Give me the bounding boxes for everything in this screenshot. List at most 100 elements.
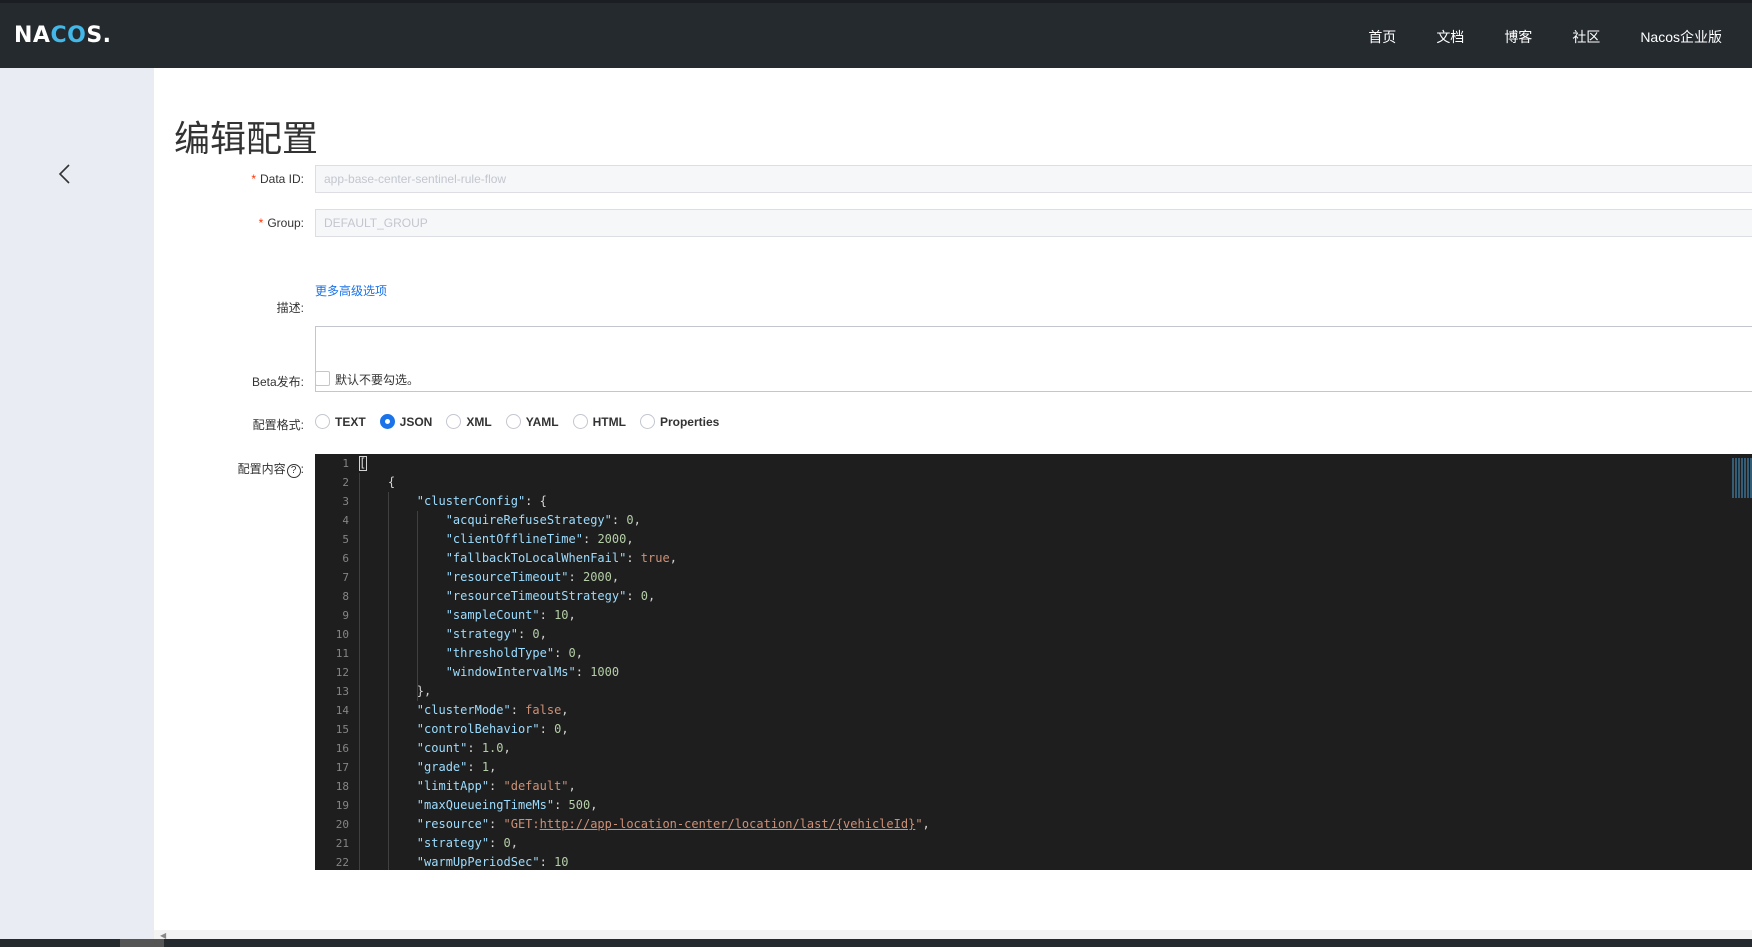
logo-text-start: NA [14,23,51,48]
code-line: 21 "strategy": 0, [315,834,1752,853]
required-icon: * [258,216,264,230]
radio-label: Properties [659,414,720,429]
line-number: 5 [342,533,349,546]
line-number: 8 [342,590,349,603]
data-id-input[interactable]: app-base-center-sentinel-rule-flow [315,165,1752,193]
line-number: 18 [335,780,349,793]
radio-circle-icon [572,414,588,429]
code-line: 2 { [315,473,1752,492]
format-radio-text[interactable]: TEXT [315,414,366,429]
nav-home[interactable]: 首页 [1368,27,1396,47]
content-label: 配置内容?: [237,462,304,478]
code-line: 8 "resourceTimeoutStrategy": 0, [315,587,1752,606]
code-line: 17 "grade": 1, [315,758,1752,777]
code-text: }, [359,684,432,698]
code-text: "resourceTimeoutStrategy": 0, [445,589,656,603]
line-number: 1 [342,457,349,470]
beta-checkbox[interactable] [315,371,330,386]
code-text: "clusterMode": false, [416,703,569,717]
data-id-label: * Data ID: [154,172,304,186]
radio-label: JSON [399,414,433,429]
line-number: 19 [335,799,349,812]
scroll-thumb[interactable] [120,939,164,947]
group-input[interactable]: DEFAULT_GROUP [315,209,1752,237]
code-text: "fallbackToLocalWhenFail": true, [445,551,677,565]
group-label-text: Group: [267,216,304,230]
radio-label: YAML [525,414,559,429]
line-number: 12 [335,666,349,679]
code-editor[interactable]: 1[2 {3 "clusterConfig": {4 "acquireRefus… [315,454,1752,870]
code-line: 5 "clientOfflineTime": 2000, [315,530,1752,549]
nav-docs[interactable]: 文档 [1436,27,1464,47]
nav-blog[interactable]: 博客 [1504,27,1532,47]
code-line: 6 "fallbackToLocalWhenFail": true, [315,549,1752,568]
nav-enterprise[interactable]: Nacos企业版 [1640,27,1722,47]
format-radio-json[interactable]: JSON [379,414,433,429]
line-number: 22 [335,856,349,869]
format-radio-properties[interactable]: Properties [639,414,720,429]
code-line: 3 "clusterConfig": { [315,492,1752,511]
advanced-options-link[interactable]: 更多高级选项 [315,282,387,299]
nacos-logo[interactable]: NACOS. [14,23,112,48]
main-content: 编辑配置 * Data ID: app-base-center-sentinel-… [154,68,1752,939]
code-line: 9 "sampleCount": 10, [315,606,1752,625]
code-line: 11 "thresholdType": 0, [315,644,1752,663]
line-number: 13 [335,685,349,698]
code-text: "clientOfflineTime": 2000, [445,532,634,546]
horizontal-scrollbar[interactable]: ◀ [154,930,1752,940]
line-number: 17 [335,761,349,774]
radio-selected-icon [379,414,395,429]
line-number: 15 [335,723,349,736]
code-line: 22 "warmUpPeriodSec": 10 [315,853,1752,870]
code-text: "maxQueueingTimeMs": 500, [416,798,598,812]
line-number: 10 [335,628,349,641]
radio-label: TEXT [335,414,366,429]
line-number: 11 [335,647,349,660]
format-radio-xml[interactable]: XML [446,414,492,429]
indent-guide [416,511,418,701]
code-line: 13 }, [315,682,1752,701]
top-navbar: NACOS. 首页 文档 博客 社区 Nacos企业版 [0,0,1752,68]
text-cursor [359,456,367,471]
line-number: 3 [342,495,349,508]
code-text: "resourceTimeout": 2000, [445,570,620,584]
description-label: 描述: [276,301,304,315]
format-radio-group: TEXT JSON XML YAML HTML Properties [315,414,733,429]
code-line: 19 "maxQueueingTimeMs": 500, [315,796,1752,815]
data-id-label-text: Data ID: [259,172,304,186]
code-text: { [359,475,396,489]
line-number: 21 [335,837,349,850]
code-text: "thresholdType": 0, [445,646,583,660]
line-number: 6 [342,552,349,565]
indent-guide [359,473,360,870]
code-line: 10 "strategy": 0, [315,625,1752,644]
code-text: "sampleCount": 10, [445,608,576,622]
help-icon[interactable]: ? [286,464,301,478]
beta-checkbox-label: 默认不要勾选。 [335,373,420,387]
format-radio-html[interactable]: HTML [572,414,626,429]
format-label: 配置格式: [252,418,304,432]
line-number: 2 [342,476,349,489]
code-line: 12 "windowIntervalMs": 1000 [315,663,1752,682]
description-textarea[interactable] [315,326,1752,392]
line-number: 14 [335,704,349,717]
code-text: "resource": "GET:http://app-location-cen… [416,817,930,831]
page-title: 编辑配置 [174,119,319,160]
line-number: 7 [342,571,349,584]
line-number: 16 [335,742,349,755]
code-line: 16 "count": 1.0, [315,739,1752,758]
radio-label: XML [466,414,492,429]
required-icon: * [251,172,256,186]
code-text: "acquireRefuseStrategy": 0, [445,513,641,527]
code-text: "controlBehavior": 0, [416,722,569,736]
code-text: "limitApp": "default", [416,779,576,793]
beta-label: Beta发布: [251,375,304,389]
back-arrow-icon[interactable] [56,160,72,188]
nav-community[interactable]: 社区 [1572,27,1600,47]
group-label: * Group: [154,216,304,230]
content-label-text: 配置内容 [237,462,286,476]
format-radio-yaml[interactable]: YAML [505,414,559,429]
code-text: "grade": 1, [416,760,497,774]
radio-circle-icon [446,414,462,429]
top-nav: 首页 文档 博客 社区 Nacos企业版 [1328,3,1722,71]
